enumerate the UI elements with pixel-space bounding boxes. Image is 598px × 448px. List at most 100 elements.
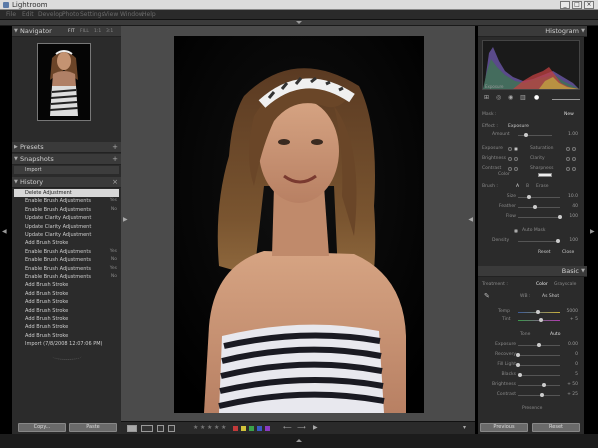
history-item[interactable]: Import (7/8/2008 12:07:06 PM) <box>14 340 119 348</box>
rating-star-icon[interactable]: ★ <box>221 424 226 431</box>
navigator-preview[interactable] <box>37 43 91 121</box>
effect-radio[interactable] <box>572 147 576 151</box>
main-photo[interactable] <box>174 36 424 413</box>
zoom-fit[interactable]: FIT <box>68 26 75 37</box>
basic-header[interactable]: Basic ▼ <box>478 266 587 277</box>
right-panel-toggle-icon[interactable]: ◀ <box>468 216 473 223</box>
effect-radio[interactable] <box>572 157 576 161</box>
history-item[interactable]: Enable Brush Adjustments No <box>14 256 119 264</box>
brush-b-tab[interactable]: B <box>526 184 529 190</box>
slider-track[interactable] <box>518 385 560 386</box>
brush-erase-tab[interactable]: Erase <box>536 184 549 190</box>
spot-removal-icon[interactable] <box>168 425 175 432</box>
slider-track[interactable] <box>518 395 560 396</box>
color-label-yellow[interactable] <box>241 426 246 431</box>
effect-radio[interactable] <box>508 147 512 151</box>
menu-photo[interactable]: Photo <box>62 10 79 20</box>
minimize-button[interactable]: _ <box>560 1 570 9</box>
history-header[interactable]: ▼ History × <box>12 177 121 188</box>
brush-a-tab[interactable]: A <box>516 184 519 190</box>
slider-knob[interactable] <box>526 195 531 199</box>
zoom-1-1[interactable]: 1:1 <box>94 26 101 37</box>
presets-header[interactable]: ▶ Presets + <box>12 142 121 153</box>
rating-star-icon[interactable]: ★ <box>193 424 198 431</box>
window-edge-toggle-icon[interactable]: ▶ <box>590 228 595 235</box>
adjustment-brush-icon[interactable]: ● <box>534 94 539 101</box>
effect-radio[interactable] <box>566 157 570 161</box>
menu-help[interactable]: Help <box>142 10 156 20</box>
arrow-right-icon[interactable]: ⟶ <box>297 424 306 431</box>
left-panel-toggle-icon[interactable]: ▶ <box>123 216 128 223</box>
arrow-left-icon[interactable]: ⟵ <box>283 424 292 431</box>
slider-knob[interactable] <box>516 363 520 367</box>
slider-knob[interactable] <box>542 383 547 387</box>
history-item[interactable]: Enable Brush Adjustments Yes <box>14 265 119 273</box>
history-item[interactable]: Add Brush Stroke <box>14 315 119 323</box>
collapse-triangle-icon[interactable] <box>296 21 302 24</box>
auto-tone-button[interactable]: Auto <box>550 332 560 338</box>
effect-param-label[interactable]: Saturation <box>530 146 553 152</box>
histogram-header[interactable]: Histogram ▼ <box>478 26 587 37</box>
effect-radio[interactable] <box>566 167 570 171</box>
history-item[interactable]: Update Clarity Adjustment <box>14 223 119 231</box>
density-slider[interactable] <box>518 241 558 242</box>
effect-radio[interactable] <box>572 167 576 171</box>
history-item[interactable]: Enable Brush Adjustments Yes <box>14 248 119 256</box>
copy-button[interactable]: Copy... <box>18 423 66 432</box>
add-preset-icon[interactable]: + <box>112 142 118 153</box>
color-label-purple[interactable] <box>265 426 270 431</box>
tint-knob[interactable] <box>539 318 543 322</box>
before-after-icon[interactable] <box>141 425 153 432</box>
menu-window[interactable]: Window <box>120 10 144 20</box>
paste-button[interactable]: Paste <box>69 423 117 432</box>
effect-param-label[interactable]: Exposure <box>482 146 503 152</box>
wb-dropdown[interactable]: As Shot <box>542 294 559 300</box>
history-item[interactable]: Add Brush Stroke <box>14 290 119 298</box>
color-label-red[interactable] <box>233 426 238 431</box>
histogram-graph[interactable]: Exposure <box>482 40 580 90</box>
zoom-fill[interactable]: FILL <box>80 26 89 37</box>
brush-slider-icon[interactable] <box>552 99 580 100</box>
temp-knob[interactable] <box>536 310 540 314</box>
history-item[interactable]: Add Brush Stroke <box>14 239 119 247</box>
rating-star-icon[interactable]: ★ <box>207 424 212 431</box>
effect-param-label[interactable]: Clarity <box>530 156 545 162</box>
slider-track[interactable] <box>518 207 560 208</box>
photo-canvas[interactable]: ◀ ▶ <box>121 26 475 421</box>
snapshot-item[interactable]: Import <box>14 166 119 174</box>
treatment-color[interactable]: Color <box>536 282 548 288</box>
history-item[interactable]: Add Brush Stroke <box>14 323 119 331</box>
slider-track[interactable] <box>518 197 560 198</box>
zoom-3-1[interactable]: 3:1 <box>106 26 113 37</box>
history-item[interactable]: Update Clarity Adjustment <box>14 214 119 222</box>
color-label-blue[interactable] <box>257 426 262 431</box>
history-item[interactable]: Add Brush Stroke <box>14 281 119 289</box>
effect-param-label[interactable]: Brightness <box>482 156 506 162</box>
rating-star-icon[interactable]: ★ <box>214 424 219 431</box>
redeye-tool-icon[interactable]: ◉ <box>508 94 513 101</box>
menu-file[interactable]: File <box>6 10 16 20</box>
history-item[interactable]: Delete Adjustment <box>14 189 119 197</box>
slider-track[interactable] <box>518 355 560 356</box>
history-item[interactable]: Enable Brush Adjustments Yes <box>14 197 119 205</box>
rating-star-icon[interactable]: ★ <box>200 424 205 431</box>
history-item[interactable]: Add Brush Stroke <box>14 307 119 315</box>
mask-new-button[interactable]: New <box>564 112 574 118</box>
slider-knob[interactable] <box>537 343 541 347</box>
effect-radio[interactable] <box>508 167 512 171</box>
effect-radio[interactable] <box>514 147 518 151</box>
slider-knob[interactable] <box>518 373 523 377</box>
effect-dropdown[interactable]: Exposure <box>508 124 529 130</box>
history-item[interactable]: Add Brush Stroke <box>14 332 119 340</box>
history-item[interactable]: Update Clarity Adjustment <box>14 231 119 239</box>
reset-button[interactable]: Reset <box>532 423 580 432</box>
menu-edit[interactable]: Edit <box>22 10 34 20</box>
effect-radio[interactable] <box>514 157 518 161</box>
navigator-header[interactable]: ▼ Navigator FIT FILL 1:1 3:1 <box>12 26 121 37</box>
clear-history-icon[interactable]: × <box>112 177 118 188</box>
loupe-view-icon[interactable] <box>127 425 137 432</box>
history-item[interactable]: Add Brush Stroke <box>14 298 119 306</box>
snapshots-header[interactable]: ▼ Snapshots + <box>12 154 121 165</box>
menu-view[interactable]: View <box>104 10 118 20</box>
menu-settings[interactable]: Settings <box>80 10 105 20</box>
